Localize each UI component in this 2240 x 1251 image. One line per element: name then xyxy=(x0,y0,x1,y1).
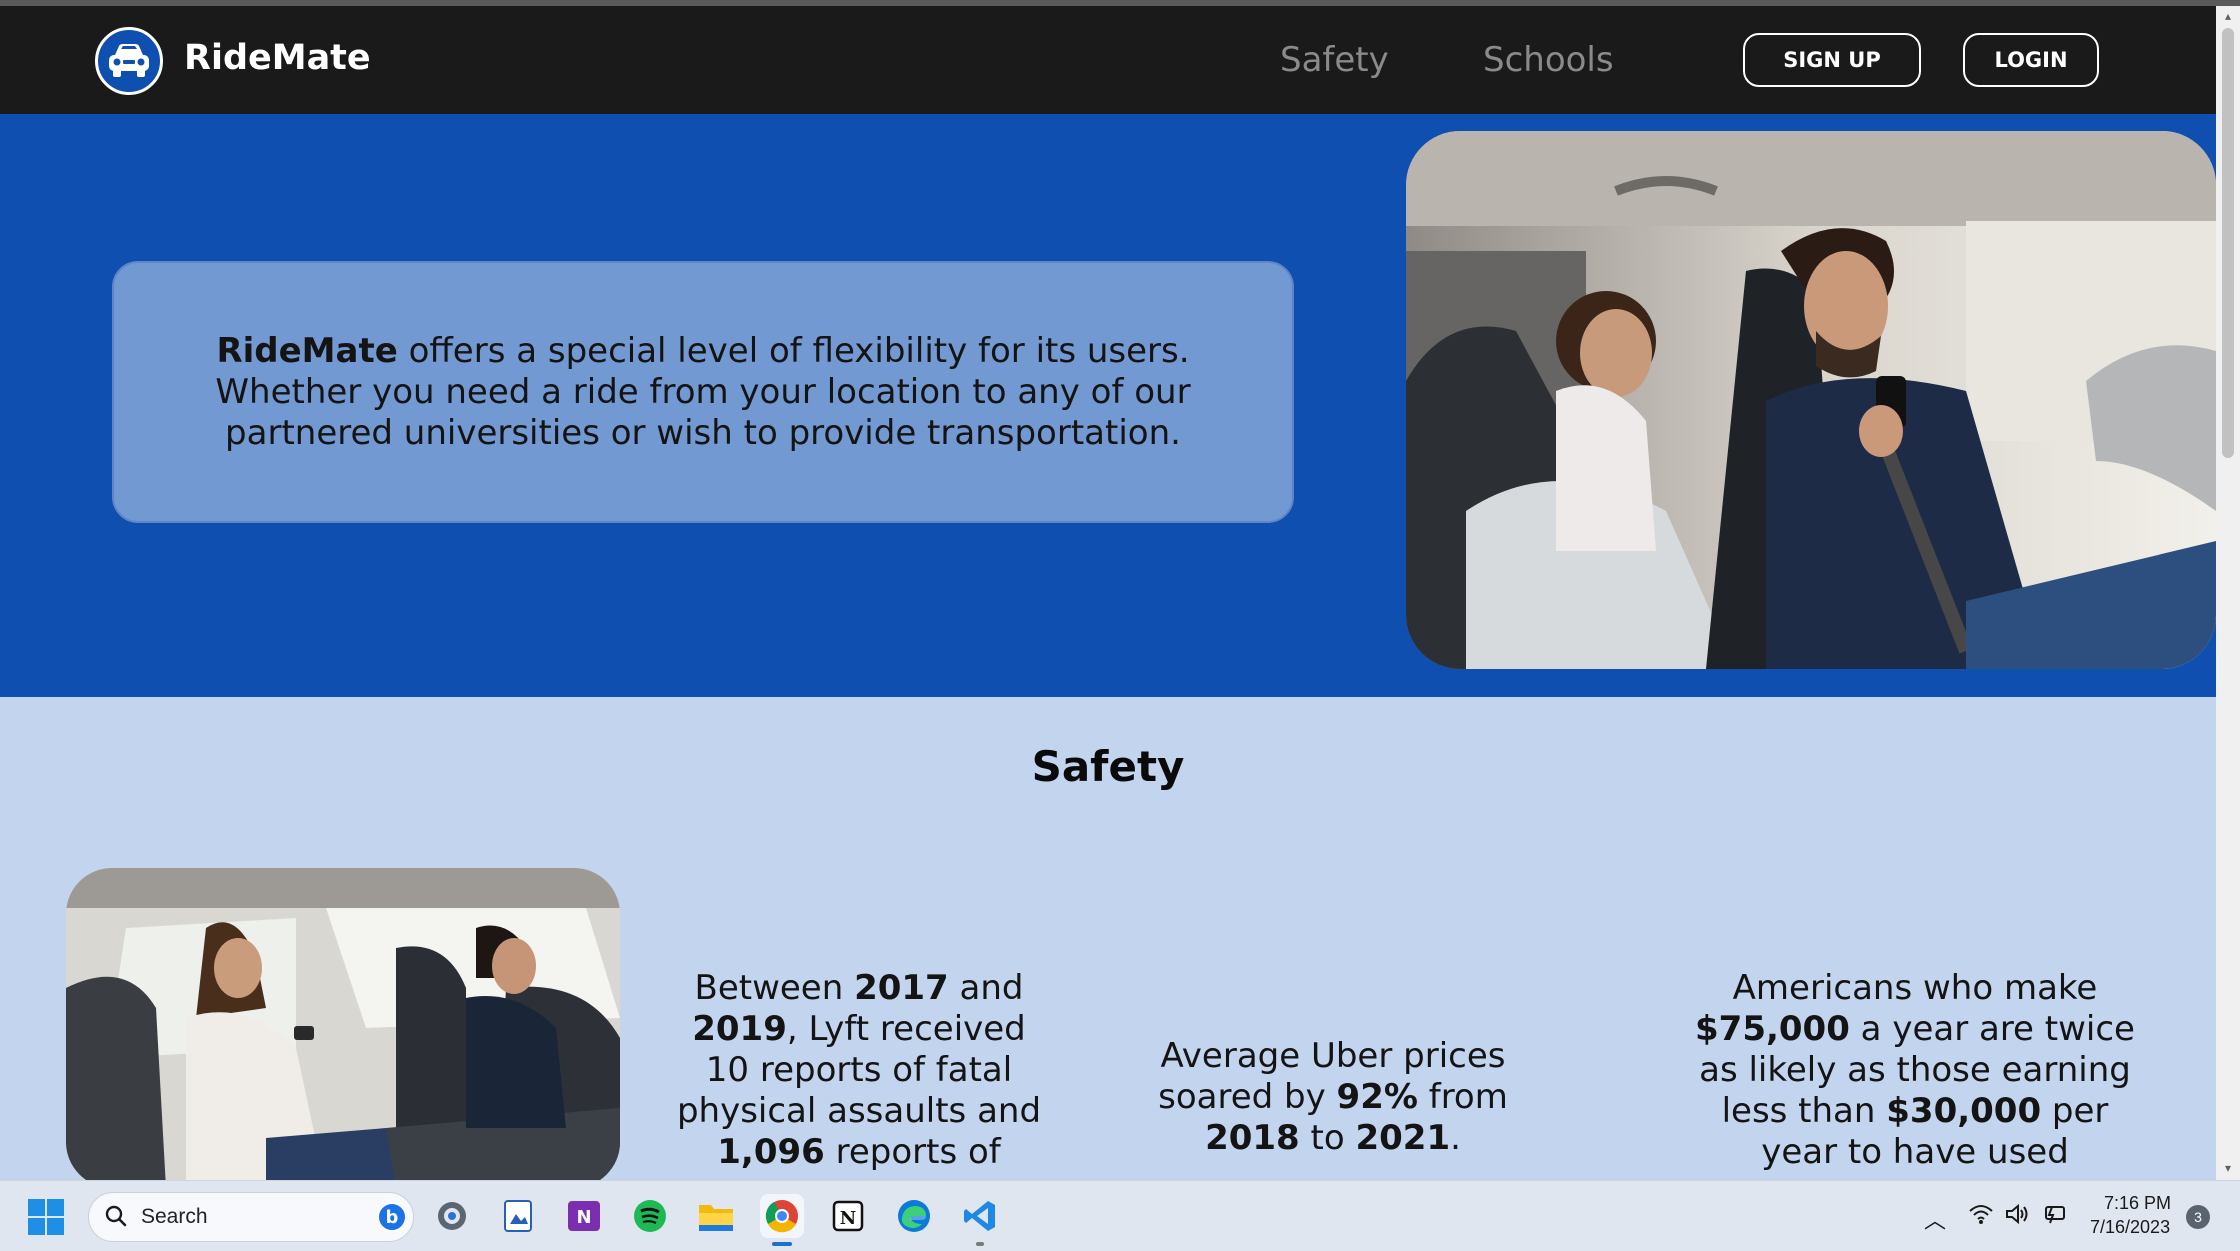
notion-icon[interactable]: N xyxy=(826,1194,870,1238)
volume-icon[interactable] xyxy=(2004,1203,2030,1231)
page-scrollbar[interactable]: ▴ ▾ xyxy=(2216,6,2240,1180)
chrome-icon[interactable] xyxy=(760,1194,804,1246)
hero-description: RideMate offers a special level of flexi… xyxy=(154,331,1252,454)
settings-icon[interactable] xyxy=(430,1194,474,1238)
hero-section: RideMate offers a special level of flexi… xyxy=(0,114,2216,697)
hero-brand-bold: RideMate xyxy=(216,330,398,371)
site-navbar: RideMate Safety Schools SIGN UP LOGIN xyxy=(0,6,2216,114)
brand-name[interactable]: RideMate xyxy=(184,38,371,78)
scrollbar-thumb[interactable] xyxy=(2222,28,2234,458)
taskbar-search-box[interactable]: Search b xyxy=(88,1192,414,1242)
search-label: Search xyxy=(141,1205,208,1228)
browser-viewport: RideMate Safety Schools SIGN UP LOGIN Ri… xyxy=(0,6,2216,1180)
hero-info-card: RideMate offers a special level of flexi… xyxy=(112,261,1294,523)
tray-overflow-chevron-icon[interactable]: ︿ xyxy=(1924,1203,1946,1235)
clock-date[interactable]: 7/16/2023 xyxy=(2090,1217,2170,1238)
safety-heading: Safety xyxy=(1031,742,1185,791)
safety-stat-lyft-assaults: Between 2017 and 2019, Lyft received 10 … xyxy=(676,968,1042,1172)
onenote-icon[interactable]: N xyxy=(562,1194,606,1238)
nav-link-schools[interactable]: Schools xyxy=(1483,40,1614,80)
battery-charging-icon[interactable] xyxy=(2040,1203,2068,1231)
clock-time[interactable]: 7:16 PM xyxy=(2104,1193,2171,1214)
search-icon xyxy=(105,1205,127,1227)
edge-icon[interactable] xyxy=(892,1194,936,1238)
safety-stat-uber-prices: Average Uber prices soared by 92% from 2… xyxy=(1158,1036,1508,1158)
svg-text:N: N xyxy=(576,1207,591,1228)
scroll-down-arrow-icon[interactable]: ▾ xyxy=(2222,1162,2234,1174)
windows-start-icon[interactable] xyxy=(28,1199,64,1235)
login-button[interactable]: LOGIN xyxy=(1963,33,2099,87)
car-logo-icon[interactable] xyxy=(95,27,163,95)
photos-icon[interactable] xyxy=(496,1194,540,1238)
safety-stat-income-usage: Americans who make $75,000 a year are tw… xyxy=(1695,968,2135,1172)
wifi-icon[interactable] xyxy=(1968,1203,1994,1231)
notification-badge[interactable]: 3 xyxy=(2186,1205,2210,1229)
hero-photo-driver-passenger xyxy=(1406,131,2216,669)
file-explorer-icon[interactable] xyxy=(694,1194,738,1238)
nav-link-safety[interactable]: Safety xyxy=(1280,40,1389,80)
safety-photo-backseat-rider xyxy=(66,868,620,1180)
windows-taskbar: Search b N N ︿ 7:16 PM 7/16/2023 3 xyxy=(0,1180,2240,1251)
scroll-up-arrow-icon[interactable]: ▴ xyxy=(2222,10,2234,22)
bing-icon[interactable]: b xyxy=(377,1202,407,1232)
svg-text:N: N xyxy=(840,1208,856,1229)
signup-button[interactable]: SIGN UP xyxy=(1743,33,1921,87)
vscode-icon[interactable] xyxy=(958,1194,1002,1246)
spotify-icon[interactable] xyxy=(628,1194,672,1238)
